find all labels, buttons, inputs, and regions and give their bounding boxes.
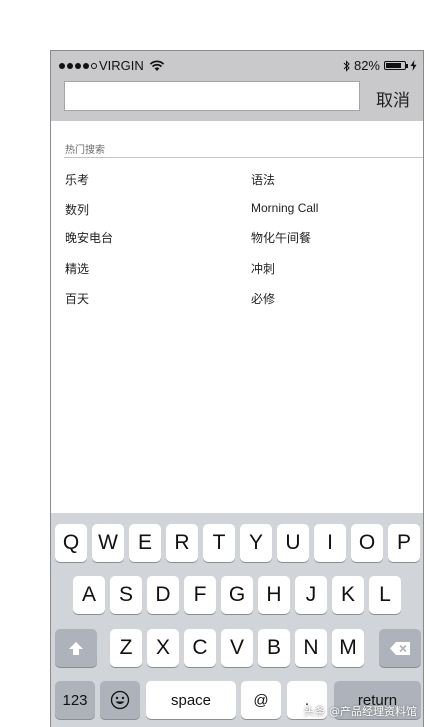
shift-key[interactable] [55,629,97,667]
key-v[interactable]: V [221,629,253,667]
phone-screen: VIRGIN 82% 取消 热门搜索 乐考 数列 晚安电台 精选 百天 语法 M… [50,50,424,727]
search-input[interactable] [64,81,360,111]
key-b[interactable]: B [258,629,290,667]
signal-dots-icon [59,62,97,69]
key-l[interactable]: L [369,576,401,614]
hot-search-item[interactable]: 乐考 [65,171,89,188]
key-n[interactable]: N [295,629,327,667]
hot-search-item[interactable]: 物化午间餐 [251,229,311,246]
key-m[interactable]: M [332,629,364,667]
battery-percent: 82% [353,58,380,73]
status-bar: VIRGIN 82% [59,58,417,74]
key-s[interactable]: S [110,576,142,614]
battery-icon [384,61,408,70]
key-i[interactable]: I [314,524,346,562]
key-w[interactable]: W [92,524,124,562]
hot-search-item[interactable]: 晚安电台 [65,229,113,246]
hot-search-item[interactable]: 语法 [251,171,275,188]
numbers-key[interactable]: 123 [55,681,95,719]
keyboard: Q W E R T Y U I O P A S D F G H J K L Z … [51,513,423,727]
key-z[interactable]: Z [110,629,142,667]
hot-search-item[interactable]: 必修 [251,290,275,307]
hot-search-item[interactable]: 冲刺 [251,260,275,277]
space-key[interactable]: space [146,681,236,719]
charging-bolt-icon [410,60,417,71]
key-x[interactable]: X [147,629,179,667]
key-t[interactable]: T [203,524,235,562]
key-y[interactable]: Y [240,524,272,562]
backspace-icon [390,641,410,655]
key-p[interactable]: P [388,524,420,562]
carrier-label: VIRGIN [99,58,144,73]
key-u[interactable]: U [277,524,309,562]
key-r[interactable]: R [166,524,198,562]
hot-search-item[interactable]: 精选 [65,260,89,277]
key-k[interactable]: K [332,576,364,614]
hot-search-item[interactable]: 百天 [65,290,89,307]
shift-arrow-icon [69,641,83,655]
emoji-icon [110,690,130,710]
cancel-button[interactable]: 取消 [376,86,410,111]
key-d[interactable]: D [147,576,179,614]
hot-search-item[interactable]: Morning Call [251,201,318,215]
key-g[interactable]: G [221,576,253,614]
hot-search-item[interactable]: 数列 [65,201,89,218]
status-left: VIRGIN [59,58,165,73]
watermark: 头条 @产品经理资料馆 [303,705,418,718]
delete-key[interactable] [379,629,421,667]
bluetooth-icon [343,59,350,72]
key-f[interactable]: F [184,576,216,614]
key-c[interactable]: C [184,629,216,667]
emoji-key[interactable] [100,681,140,719]
key-q[interactable]: Q [55,524,87,562]
key-a[interactable]: A [73,576,105,614]
status-right: 82% [343,58,417,73]
search-header: VIRGIN 82% 取消 [51,51,423,121]
key-o[interactable]: O [351,524,383,562]
key-h[interactable]: H [258,576,290,614]
hot-search-divider [64,157,423,158]
wifi-icon [149,60,165,71]
hot-search-title: 热门搜索 [65,145,105,156]
key-j[interactable]: J [295,576,327,614]
at-key[interactable]: @ [241,681,281,719]
key-e[interactable]: E [129,524,161,562]
